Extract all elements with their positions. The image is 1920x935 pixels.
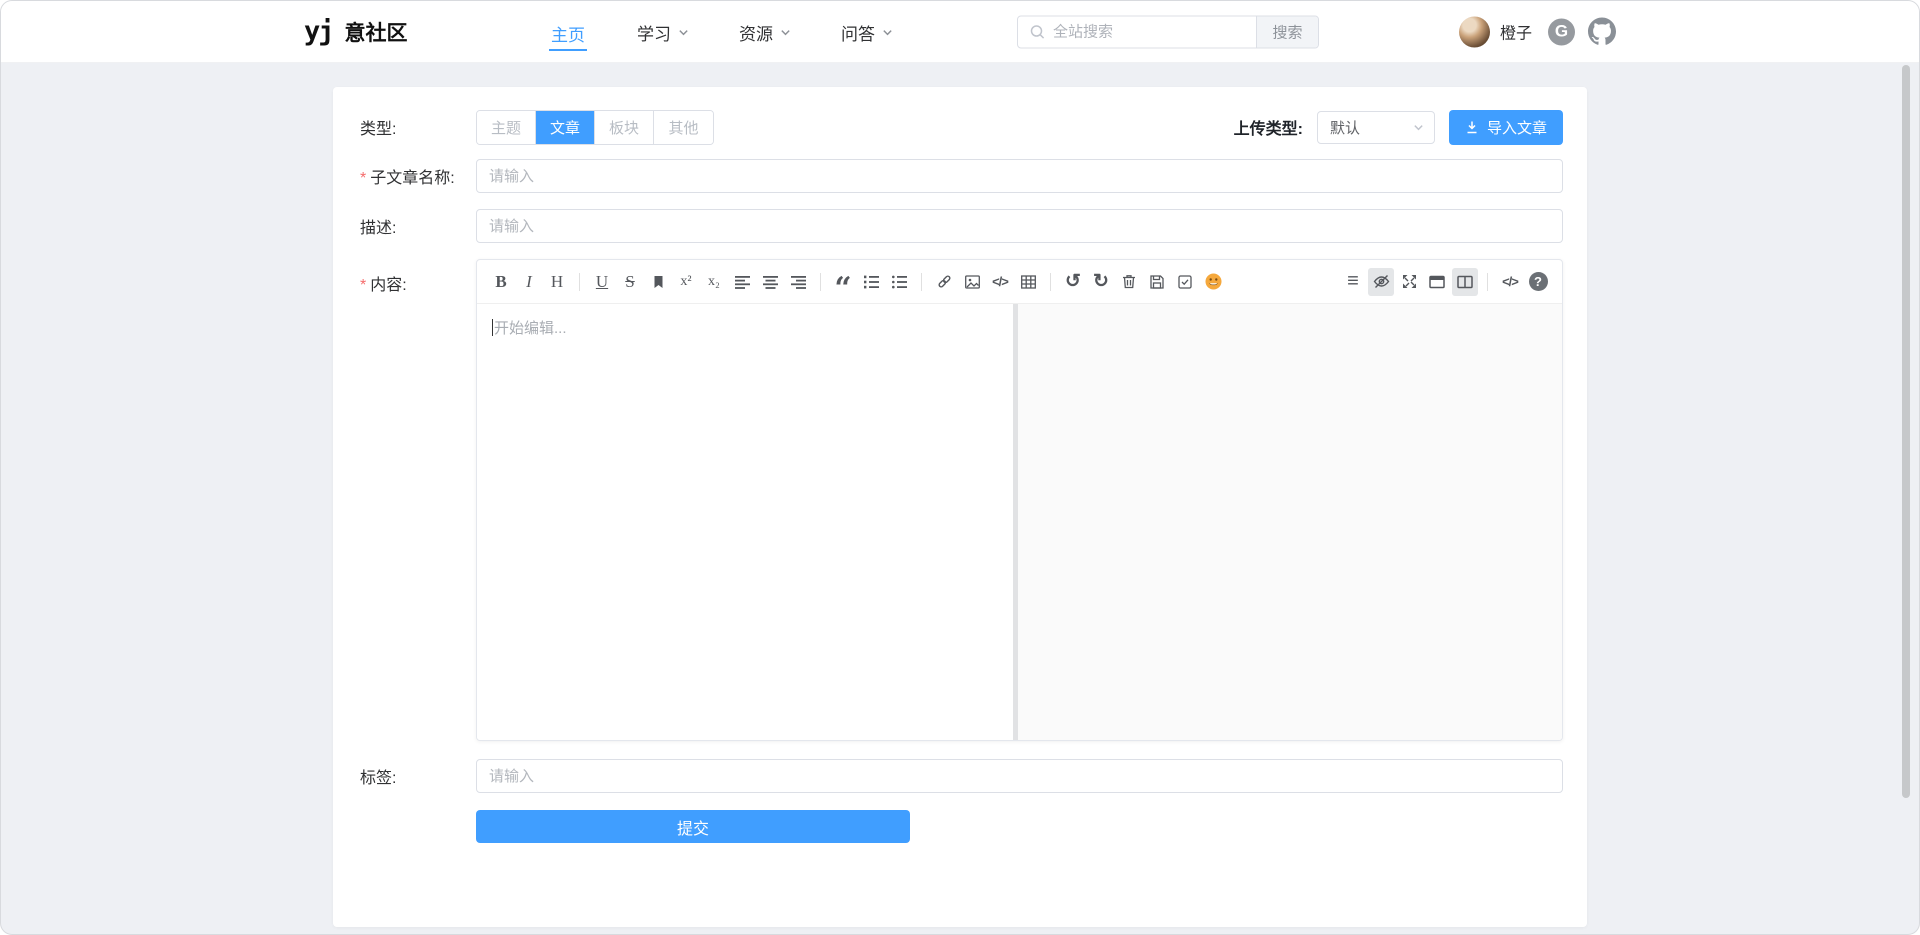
nav-item-resource[interactable]: 资源 — [739, 20, 791, 45]
unordered-list-icon[interactable] — [886, 268, 912, 296]
ordered-list-icon[interactable] — [858, 268, 884, 296]
editor-view-controls: ≡ — [1339, 268, 1552, 296]
underline-icon[interactable]: U — [589, 268, 615, 296]
site-logo[interactable]: yj 意社区 — [304, 17, 408, 47]
markdown-editor: B I H U S x² x₂ — [476, 259, 1563, 741]
article-form-card: 类型: 主题 文章 板块 其他 上传类型: 默认 — [333, 87, 1587, 927]
outline-menu-icon[interactable]: ≡ — [1340, 268, 1366, 296]
search-button[interactable]: 搜索 — [1256, 16, 1318, 47]
editor-placeholder: 开始编辑... — [494, 320, 567, 337]
user-area: 橙子 G — [1459, 16, 1616, 47]
upload-controls: 上传类型: 默认 导入文章 — [1234, 110, 1563, 145]
align-center-icon[interactable] — [757, 268, 783, 296]
page-body: 类型: 主题 文章 板块 其他 上传类型: 默认 — [1, 63, 1919, 934]
type-tab-topic[interactable]: 主题 — [477, 111, 536, 144]
bookmark-icon[interactable] — [645, 268, 671, 296]
type-tab-group: 主题 文章 板块 其他 — [476, 110, 714, 145]
editor-input-area[interactable]: 开始编辑... — [477, 304, 1013, 740]
site-title: 意社区 — [345, 17, 408, 47]
nav-item-home[interactable]: 主页 — [549, 19, 587, 51]
nav-item-qa[interactable]: 问答 — [841, 20, 893, 45]
type-label: 类型: — [360, 115, 476, 139]
undo-icon[interactable]: ↺ — [1060, 268, 1086, 296]
tags-row: 标签: — [360, 759, 1563, 793]
chevron-down-icon — [1413, 122, 1424, 133]
source-code-icon[interactable]: </> — [1497, 268, 1523, 296]
italic-icon[interactable]: I — [516, 268, 542, 296]
type-row: 类型: 主题 文章 板块 其他 上传类型: 默认 — [360, 109, 1563, 145]
table-icon[interactable] — [1015, 268, 1041, 296]
toolbar-divider — [1050, 273, 1051, 291]
preview-only-icon[interactable] — [1424, 268, 1450, 296]
editor-body: 开始编辑... — [477, 304, 1562, 740]
search-input[interactable] — [1053, 16, 1256, 47]
align-right-icon[interactable] — [785, 268, 811, 296]
bold-icon[interactable]: B — [488, 268, 514, 296]
user-name[interactable]: 橙子 — [1500, 20, 1532, 44]
editor-toolbar: B I H U S x² x₂ — [477, 260, 1562, 304]
superscript-icon[interactable]: x² — [673, 268, 699, 296]
import-article-button[interactable]: 导入文章 — [1449, 110, 1563, 145]
blockquote-icon[interactable]: “ — [830, 268, 856, 296]
gitee-icon[interactable]: G — [1548, 18, 1575, 45]
type-tab-other[interactable]: 其他 — [654, 111, 713, 144]
sub-article-name-input[interactable] — [476, 159, 1563, 193]
editor-preview-area — [1018, 304, 1562, 740]
task-list-icon[interactable] — [1172, 268, 1198, 296]
type-tab-board[interactable]: 板块 — [595, 111, 654, 144]
submit-row: 提交 — [360, 810, 1563, 843]
chevron-down-icon — [780, 27, 791, 38]
type-tab-article[interactable]: 文章 — [536, 111, 595, 144]
description-row: 描述: — [360, 209, 1563, 243]
sub-article-name-label: *子文章名称: — [360, 164, 476, 188]
browser-page: yj 意社区 主页 学习 资源 问答 搜索 — [0, 0, 1920, 935]
toolbar-divider — [579, 273, 580, 291]
main-nav: 主页 学习 资源 问答 — [549, 1, 893, 63]
toolbar-divider — [1487, 273, 1488, 291]
submit-button[interactable]: 提交 — [476, 810, 910, 843]
heading-icon[interactable]: H — [544, 268, 570, 296]
emoji-icon[interactable] — [1200, 268, 1226, 296]
split-view-icon[interactable] — [1452, 268, 1478, 296]
link-icon[interactable] — [931, 268, 957, 296]
upload-type-label: 上传类型: — [1234, 115, 1303, 139]
user-avatar[interactable] — [1459, 16, 1490, 47]
trash-icon[interactable] — [1116, 268, 1142, 296]
align-left-icon[interactable] — [729, 268, 755, 296]
redo-icon[interactable]: ↻ — [1088, 268, 1114, 296]
top-header: yj 意社区 主页 学习 资源 问答 搜索 — [1, 1, 1919, 63]
description-input[interactable] — [476, 209, 1563, 243]
logo-icon: yj — [304, 18, 333, 45]
page-scrollbar-thumb[interactable] — [1902, 65, 1910, 798]
site-search: 搜索 — [1017, 15, 1319, 48]
image-icon[interactable] — [959, 268, 985, 296]
save-icon[interactable] — [1144, 268, 1170, 296]
nav-item-study[interactable]: 学习 — [637, 20, 689, 45]
subscript-icon[interactable]: x₂ — [701, 268, 727, 296]
download-icon — [1465, 120, 1479, 134]
chevron-down-icon — [882, 27, 893, 38]
toolbar-divider — [921, 273, 922, 291]
content-row: *内容: B I H U S x² x₂ — [360, 259, 1563, 741]
fullscreen-icon[interactable] — [1396, 268, 1422, 296]
upload-type-select[interactable]: 默认 — [1317, 111, 1435, 144]
tags-input[interactable] — [476, 759, 1563, 793]
content-label: *内容: — [360, 259, 476, 295]
description-label: 描述: — [360, 214, 476, 238]
text-caret — [492, 319, 493, 336]
code-block-icon[interactable]: </> — [987, 268, 1013, 296]
chevron-down-icon — [678, 27, 689, 38]
strikethrough-icon[interactable]: S — [617, 268, 643, 296]
tags-label: 标签: — [360, 764, 476, 788]
sub-article-name-row: *子文章名称: — [360, 159, 1563, 193]
preview-toggle-icon[interactable] — [1368, 268, 1394, 296]
help-icon[interactable]: ? — [1525, 268, 1551, 296]
search-icon — [1018, 16, 1053, 47]
github-icon[interactable] — [1588, 18, 1616, 46]
toolbar-divider — [820, 273, 821, 291]
